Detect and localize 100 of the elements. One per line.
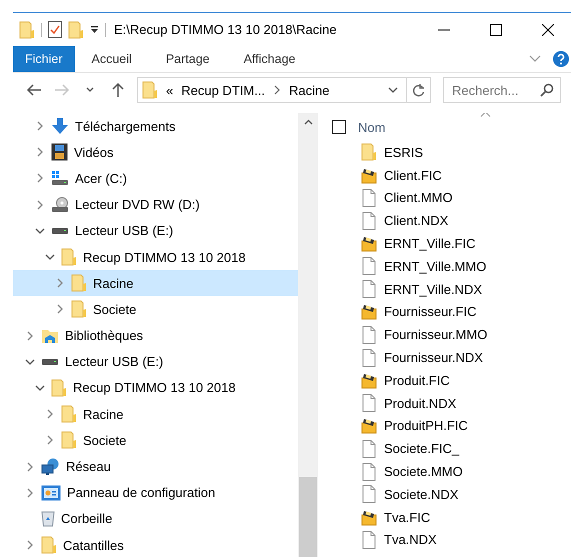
tree-item[interactable]: Recup DTIMMO 13 10 2018 [13, 244, 298, 270]
file-row[interactable]: Tva.NDX [332, 528, 571, 552]
folder-icon [71, 300, 87, 318]
scrollbar-thumb[interactable] [299, 477, 317, 557]
chevron-right-icon[interactable] [35, 147, 45, 158]
tree-item[interactable]: Panneau de configuration [13, 480, 298, 506]
ribbon-tab[interactable]: Affichage [226, 46, 312, 72]
database-file-icon [360, 508, 378, 526]
folder-icon [68, 20, 84, 38]
file-row[interactable]: Tva.FIC [332, 506, 571, 529]
file-row[interactable]: Client.FIC [332, 164, 571, 187]
chevron-down-icon[interactable] [45, 252, 55, 262]
dropdown-caret-icon[interactable] [90, 25, 99, 34]
search-field[interactable]: Recherch... [443, 77, 561, 103]
address-bar[interactable]: « Recup DTIM... Racine [137, 77, 431, 103]
chevron-down-icon[interactable] [25, 356, 35, 367]
database-file-icon [360, 303, 378, 320]
tree-item[interactable]: Téléchargements [13, 113, 298, 140]
ribbon-tab[interactable]: Accueil [74, 46, 149, 72]
tree-item[interactable]: Acer (C:) [13, 165, 298, 192]
file-row[interactable]: ERNT_Ville.MMO [332, 254, 571, 278]
folder-icon [41, 536, 57, 554]
help-icon[interactable] [553, 51, 569, 67]
folder-icon [142, 81, 158, 99]
scrollbar[interactable] [298, 113, 318, 557]
tree-item-label: Recup DTIMMO 13 10 2018 [73, 380, 236, 396]
file-row[interactable]: Produit.NDX [332, 392, 571, 415]
breadcrumb-item[interactable]: Racine [289, 82, 330, 98]
chevron-right-icon[interactable] [25, 540, 35, 550]
scroll-up-icon[interactable] [304, 119, 312, 125]
folder-icon [51, 378, 67, 397]
file-row[interactable]: Societe.MMO [332, 460, 571, 483]
tree-item[interactable]: Societe [13, 427, 298, 454]
chevron-right-icon[interactable] [35, 200, 45, 210]
tree-item[interactable]: Lecteur DVD RW (D:) [13, 192, 298, 218]
file-row[interactable]: ERNT_Ville.NDX [332, 278, 571, 301]
refresh-icon[interactable] [412, 83, 425, 97]
file-name: ProduitPH.FIC [384, 418, 468, 434]
file-row[interactable]: Societe.FIC_ [332, 437, 571, 460]
file-name: ERNT_Ville.MMO [384, 258, 486, 274]
file-row[interactable]: Client.NDX [332, 209, 571, 232]
tree-item-label: Societe [93, 302, 136, 317]
column-header[interactable]: Nom [358, 120, 386, 134]
chevron-right-icon[interactable] [45, 435, 55, 446]
file-row[interactable]: Fournisseur.MMO [332, 323, 571, 346]
chevron-right-icon[interactable] [45, 409, 55, 420]
chevron-right-icon[interactable] [55, 304, 65, 314]
ribbon-tab[interactable]: Fichier [13, 46, 75, 72]
close-icon[interactable] [542, 24, 554, 36]
file-name: Societe.FIC_ [384, 441, 460, 456]
tree-item[interactable]: Societe [13, 296, 298, 322]
expand-ribbon-chevron-icon[interactable] [529, 55, 541, 63]
chevron-right-icon[interactable] [35, 173, 45, 184]
checklist-icon[interactable] [48, 21, 62, 38]
breadcrumb-item[interactable]: Recup DTIM... [181, 82, 266, 98]
file-name: Client.MMO [384, 190, 453, 206]
tree-item-label: Lecteur DVD RW (D:) [75, 197, 200, 212]
chevron-right-icon[interactable] [55, 278, 65, 288]
file-row[interactable]: ESRIS [332, 141, 571, 164]
tree-item[interactable]: Racine [13, 401, 298, 428]
tree-item[interactable]: Catantilles [13, 532, 298, 557]
file-icon [360, 212, 378, 230]
chevron-right-icon[interactable] [25, 330, 35, 341]
breadcrumb-chevron-icon[interactable] [273, 85, 282, 95]
file-icon [360, 280, 378, 298]
database-file-icon [360, 235, 378, 252]
overflow-chevrons[interactable]: « [166, 82, 174, 98]
file-row[interactable]: Societe.NDX [332, 482, 571, 506]
file-row[interactable]: Fournisseur.NDX [332, 346, 571, 369]
tree-item[interactable]: Racine [13, 270, 298, 296]
chevron-right-icon[interactable] [25, 462, 35, 472]
tree-item[interactable]: Lecteur USB (E:) [13, 218, 298, 244]
tree-item[interactable]: Vidéos [13, 139, 298, 166]
up-arrow-icon[interactable] [110, 82, 126, 98]
file-row[interactable]: ERNT_Ville.FIC [332, 232, 571, 255]
search-icon[interactable] [540, 83, 554, 97]
tree-item[interactable]: Bibliothèques [13, 322, 298, 349]
file-name: ERNT_Ville.FIC [384, 236, 476, 252]
chevron-down-icon[interactable] [35, 382, 45, 393]
select-all-checkbox[interactable] [332, 120, 346, 134]
back-arrow-icon[interactable] [26, 82, 42, 98]
tree-item-label: Lecteur USB (E:) [65, 354, 164, 370]
tree-item[interactable]: Réseau [13, 453, 298, 480]
file-row[interactable]: Fournisseur.FIC [332, 300, 571, 324]
disc-drive-icon [51, 196, 69, 213]
tree-item[interactable]: Recup DTIMMO 13 10 2018 [13, 374, 298, 402]
dropdown-chevron-icon[interactable] [388, 86, 398, 94]
maximize-icon[interactable] [490, 24, 502, 36]
file-row[interactable]: ProduitPH.FIC [332, 414, 571, 438]
tree-item[interactable]: Lecteur USB (E:) [13, 348, 298, 375]
file-row[interactable]: Produit.FIC [332, 368, 571, 392]
folder-icon [61, 248, 77, 266]
ribbon-tab[interactable]: Partage [148, 46, 227, 72]
tree-item[interactable]: Corbeille [13, 506, 298, 532]
chevron-right-icon[interactable] [25, 488, 35, 498]
chevron-down-icon[interactable] [35, 226, 45, 236]
download-arrow-icon [51, 117, 69, 136]
tree-item-label: Racine [83, 406, 124, 422]
file-row[interactable]: Client.MMO [332, 186, 571, 210]
chevron-right-icon[interactable] [35, 121, 45, 132]
